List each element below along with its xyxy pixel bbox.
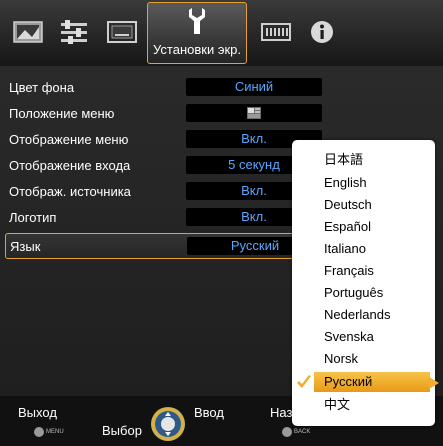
language-option-selected[interactable]: Русский [314, 372, 430, 392]
setting-logo[interactable]: Логотип Вкл. [5, 207, 325, 229]
adjust-sliders-icon [61, 20, 87, 44]
back-button-icon [282, 427, 292, 437]
setting-label: Положение меню [9, 106, 115, 121]
tab-display-setup[interactable]: Установки экр. [147, 2, 247, 64]
enter-hint: Ввод [194, 405, 224, 420]
setting-language[interactable]: Язык Русский [5, 233, 325, 259]
language-option[interactable]: Nederlands [314, 305, 430, 325]
tab-screen[interactable] [100, 14, 144, 50]
tab-signal[interactable] [254, 14, 298, 50]
info-icon [311, 21, 333, 43]
setting-value[interactable]: Синий [186, 78, 322, 96]
menu-button-icon [34, 427, 44, 437]
menu-tab-bar: Установки экр. [0, 0, 443, 66]
language-option[interactable]: Deutsch [314, 195, 430, 215]
setup-wrench-icon [189, 8, 205, 34]
exit-hint: Выход [18, 405, 57, 420]
setting-value[interactable] [186, 104, 322, 122]
back-button-label: BACK [294, 429, 311, 435]
setting-label: Отображ. источника [9, 184, 131, 199]
tab-adjust[interactable] [52, 14, 96, 50]
projector-osd: Установки экр. Цвет фона Синий Положение… [0, 0, 443, 446]
language-option[interactable]: Français [314, 261, 430, 281]
language-option[interactable]: Español [314, 217, 430, 237]
selection-arrow-icon [429, 377, 439, 389]
screen-icon [107, 21, 137, 43]
setting-label: Язык [10, 239, 41, 254]
setting-label: Отображение входа [9, 158, 131, 173]
language-option[interactable]: Norsk [314, 349, 430, 369]
select-hint: Выбор [102, 423, 142, 438]
setting-menu-display[interactable]: Отображение меню Вкл. [5, 129, 325, 151]
setting-label: Логотип [9, 210, 57, 225]
language-option[interactable]: Italiano [314, 239, 430, 259]
picture-icon [13, 21, 43, 43]
language-dropdown[interactable]: 日本語 English Deutsch Español Italiano Fra… [292, 140, 439, 426]
language-option[interactable]: 日本語 [314, 150, 430, 170]
language-option[interactable]: English [314, 173, 430, 193]
tab-display-setup-label: Установки экр. [153, 42, 241, 57]
setting-label: Цвет фона [9, 80, 75, 95]
menu-position-icon [247, 107, 261, 119]
setting-input-display[interactable]: Отображение входа 5 секунд [5, 155, 325, 177]
signal-icon [261, 23, 291, 41]
language-option[interactable]: 中文 [314, 395, 430, 415]
language-option[interactable]: Português [314, 283, 430, 303]
language-option[interactable]: Svenska [314, 327, 430, 347]
back-hint: Наз [270, 405, 293, 420]
checkmark-icon [297, 375, 311, 388]
setting-menu-position[interactable]: Положение меню [5, 103, 325, 125]
tab-picture[interactable] [6, 14, 50, 50]
setting-label: Отображение меню [9, 132, 129, 147]
dpad-icon [151, 407, 185, 441]
setting-source-display[interactable]: Отображ. источника Вкл. [5, 181, 325, 203]
menu-button-label: MENU [46, 429, 64, 435]
setting-background-color[interactable]: Цвет фона Синий [5, 77, 325, 99]
tab-info[interactable] [300, 14, 344, 50]
